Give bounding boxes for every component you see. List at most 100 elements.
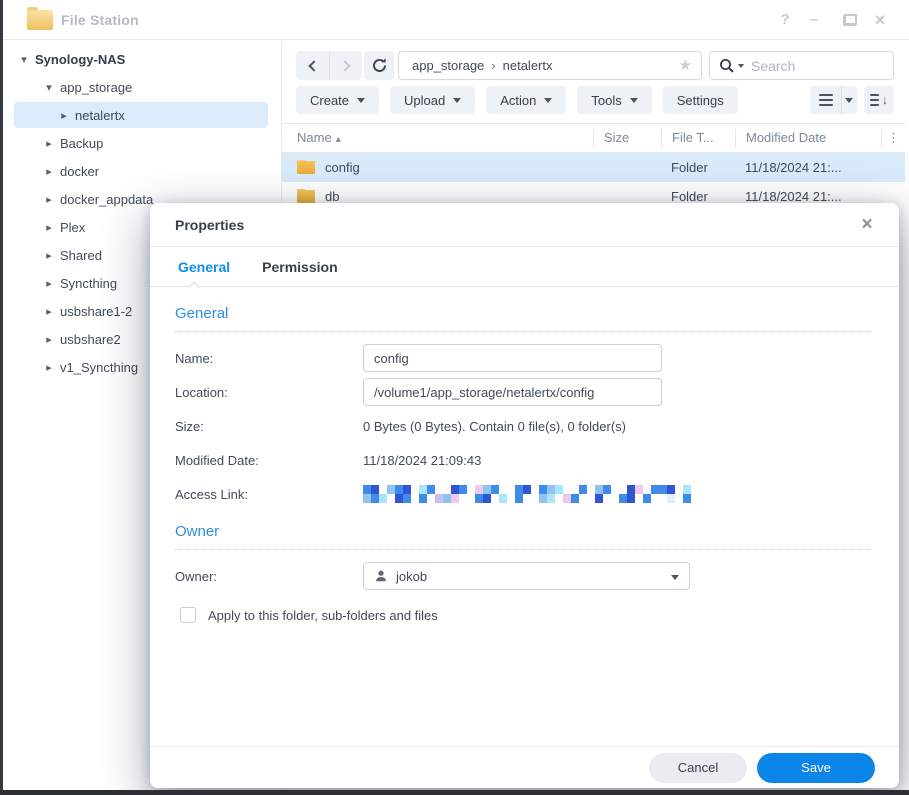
section-divider [175,549,871,550]
tree-expand-icon[interactable]: ▸ [43,333,55,346]
sort-ascending-icon: ▴ [336,134,341,145]
field-row-access-link: Access Link: [175,477,871,511]
window-title: File Station [61,0,139,40]
sidebar-item-docker[interactable]: ▸docker [3,157,280,185]
properties-dialog: Properties × General Permission General … [150,203,899,788]
breadcrumb-segment-netalertx[interactable]: netalertx [503,58,553,73]
restore-icon [844,15,856,25]
apply-recursive-row: Apply to this folder, sub-folders and fi… [180,607,871,623]
file-station-app-icon [27,10,53,30]
table-header: Name▴ Size File T... Modified Date ⋮ [282,123,905,153]
select-caret-icon [671,575,679,580]
folder-icon [297,190,315,203]
tree-expand-icon[interactable]: ▸ [43,137,55,150]
tree-expand-icon[interactable]: ▾ [18,53,30,66]
tree-expand-icon[interactable]: ▸ [58,109,70,122]
cancel-button[interactable]: Cancel [649,753,747,783]
desktop-edge-bottom [0,790,909,795]
field-row-owner: Owner: jokob [175,559,871,593]
column-header-size[interactable]: Size [593,129,661,147]
field-row-name: Name: [175,341,871,375]
chevron-left-icon [308,60,319,71]
section-divider [175,331,871,332]
refresh-button[interactable] [364,51,394,80]
access-link-redacted[interactable] [363,485,699,503]
save-button[interactable]: Save [757,753,875,783]
column-header-name[interactable]: Name▴ [282,129,593,147]
toolbar-row: Create Upload Action Tools Settings ↓ [282,86,909,114]
sort-icon: ↓ [870,94,888,106]
back-button[interactable] [296,51,329,80]
apply-recursive-checkbox[interactable] [180,607,196,623]
history-buttons [296,51,362,80]
tree-expand-icon[interactable]: ▸ [43,277,55,290]
section-heading-owner: Owner [175,523,871,540]
file-station-window: File Station ? – × ▾Synology-NAS ▾app_st… [0,0,909,795]
user-icon [374,569,388,583]
view-mode-button[interactable] [810,86,857,114]
settings-button[interactable]: Settings [663,86,738,114]
sidebar-item-synology-nas[interactable]: ▾Synology-NAS [3,45,280,73]
apply-recursive-label: Apply to this folder, sub-folders and fi… [208,608,438,623]
navigation-row: app_storage netalertx ★ [282,51,909,80]
table-row-config[interactable]: config Folder 11/18/2024 21:... [282,153,905,182]
file-table: Name▴ Size File T... Modified Date ⋮ con… [282,123,905,211]
help-button[interactable]: ? [774,0,796,40]
dropdown-caret-icon [544,98,552,103]
tools-button[interactable]: Tools [577,86,651,114]
tree-expand-icon[interactable]: ▸ [43,221,55,234]
search-box[interactable] [709,51,894,80]
list-view-icon [811,86,842,114]
column-options-icon[interactable]: ⋮ [881,129,905,147]
chevron-right-icon [339,60,350,71]
restore-button[interactable] [839,0,861,40]
dropdown-caret-icon [630,98,638,103]
title-bar: File Station ? – × [3,0,909,40]
owner-value: jokob [396,569,427,584]
dialog-close-icon[interactable]: × [855,203,879,247]
tab-permission[interactable]: Permission [262,247,337,286]
sort-button[interactable]: ↓ [864,86,894,114]
sidebar-item-app-storage[interactable]: ▾app_storage [3,73,280,101]
tree-expand-icon[interactable]: ▸ [43,361,55,374]
forward-button[interactable] [329,51,362,80]
dialog-footer: Cancel Save [150,746,899,788]
name-input[interactable] [363,344,662,372]
search-icon [719,58,735,74]
column-header-modified-date[interactable]: Modified Date [735,129,881,147]
close-window-button[interactable]: × [869,0,891,40]
tree-expand-icon[interactable]: ▾ [43,81,55,94]
tree-expand-icon[interactable]: ▸ [43,249,55,262]
location-input[interactable] [363,378,662,406]
folder-icon [297,161,315,174]
tree-expand-icon[interactable]: ▸ [43,193,55,206]
create-button[interactable]: Create [296,86,379,114]
dialog-tabs: General Permission [150,247,899,287]
size-value: 0 Bytes (0 Bytes). Contain 0 file(s), 0 … [363,419,626,434]
field-row-location: Location: [175,375,871,409]
dialog-body: General Name: Location: Size: 0 Bytes (0… [150,287,899,623]
view-mode-caret-icon[interactable] [842,98,857,103]
upload-button[interactable]: Upload [390,86,475,114]
dropdown-caret-icon [357,98,365,103]
breadcrumb-segment-app-storage[interactable]: app_storage [412,58,484,73]
tab-general[interactable]: General [178,247,230,286]
search-input[interactable] [751,58,885,74]
dialog-header: Properties × [150,203,899,247]
search-options-caret-icon[interactable] [738,64,744,68]
tree-expand-icon[interactable]: ▸ [43,305,55,318]
field-row-modified-date: Modified Date: 11/18/2024 21:09:43 [175,443,871,477]
dialog-title: Properties [175,203,874,247]
tree-expand-icon[interactable]: ▸ [43,165,55,178]
owner-select[interactable]: jokob [363,562,690,590]
sidebar-item-backup[interactable]: ▸Backup [3,129,280,157]
modified-date-value: 11/18/2024 21:09:43 [363,453,481,468]
dropdown-caret-icon [453,98,461,103]
bookmark-star-icon[interactable]: ★ [679,52,692,79]
minimize-button[interactable]: – [803,0,825,40]
field-row-size: Size: 0 Bytes (0 Bytes). Contain 0 file(… [175,409,871,443]
sidebar-item-netalertx[interactable]: ▸netalertx [3,101,280,129]
breadcrumb[interactable]: app_storage netalertx ★ [398,51,702,80]
action-button[interactable]: Action [486,86,566,114]
column-header-file-type[interactable]: File T... [661,129,735,147]
